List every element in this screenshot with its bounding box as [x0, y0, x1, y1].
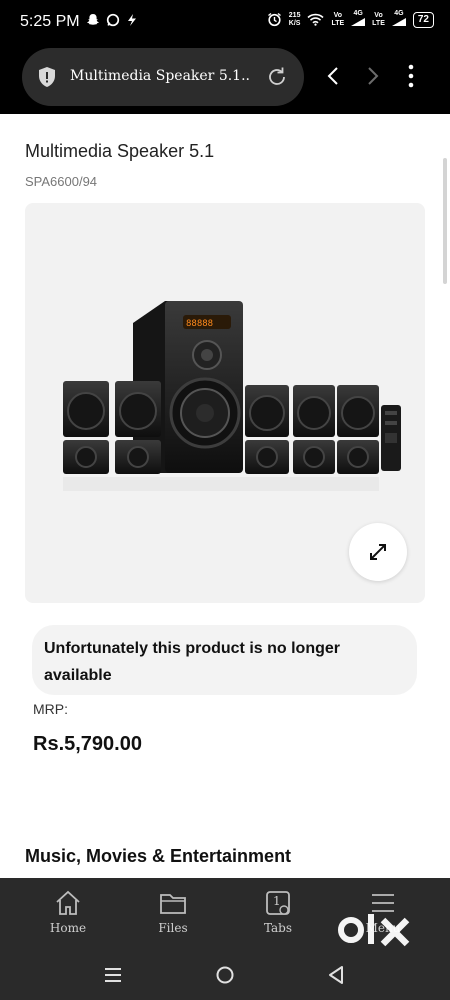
home-icon: [56, 890, 80, 915]
scrollbar[interactable]: [443, 158, 447, 284]
recents-icon[interactable]: [104, 966, 122, 984]
svg-text:88888: 88888: [186, 319, 213, 329]
status-time: 5:25 PM: [20, 13, 80, 30]
messenger-icon: [128, 14, 136, 26]
toolbar-files-label: Files: [158, 921, 188, 935]
home-nav-icon[interactable]: [215, 965, 235, 985]
product-price: Rs.5,790.00: [33, 733, 142, 755]
net-speed-value: 215: [288, 11, 301, 19]
unavailable-message: Unfortunately this product is no longer …: [44, 640, 340, 684]
toolbar-tabs[interactable]: 1 Tabs: [238, 890, 318, 935]
url-title[interactable]: Multimedia Speaker 5.1...: [70, 68, 250, 84]
sim2-lte: LTE: [372, 19, 385, 27]
shield-icon[interactable]: [37, 66, 57, 88]
product-title: Multimedia Speaker 5.1: [25, 141, 215, 161]
browser-address-bar: Multimedia Speaker 5.1...: [0, 44, 450, 114]
expand-image-button[interactable]: [349, 523, 407, 581]
expand-icon: [370, 544, 386, 560]
url-field[interactable]: Multimedia Speaker 5.1...: [22, 48, 304, 106]
sim1-volte: Vo: [333, 11, 343, 19]
sim1-tag: Vo LTE: [331, 12, 344, 28]
snapchat-icon: [87, 14, 99, 25]
toolbar-home-label: Home: [49, 921, 87, 935]
forward-icon[interactable]: [366, 66, 380, 86]
section-heading: Music, Movies & Entertainment: [25, 846, 292, 866]
sim2-tag: Vo LTE: [372, 12, 385, 28]
sim1-lte: LTE: [331, 19, 345, 27]
tabs-count: 1: [273, 894, 281, 908]
folder-icon: [160, 894, 186, 914]
sim1-signal: 4G: [351, 10, 366, 29]
net-speed-unit: K/S: [288, 19, 301, 27]
signal-icon: [351, 18, 366, 26]
page-content: Multimedia Speaker 5.1 SPA6600/94 88888: [0, 114, 450, 878]
back-icon[interactable]: [326, 66, 340, 86]
whatsapp-icon: [106, 13, 120, 27]
sim2-gen: 4G: [394, 10, 404, 17]
android-navigation-bar: [0, 950, 450, 1000]
net-speed: 215 K/S: [289, 12, 301, 28]
wifi-icon: [307, 13, 325, 26]
sim2-volte: Vo: [374, 11, 383, 19]
status-bar: 5:25 PM 215 K/S Vo LTE 4G Vo LTE 4G 72: [0, 0, 450, 44]
battery-indicator: 72: [412, 11, 434, 28]
reload-icon[interactable]: [266, 66, 288, 88]
tabs-icon: 1: [264, 890, 292, 916]
browser-toolbar: Home Files 1 Tabs Menu: [0, 878, 450, 950]
back-nav-icon[interactable]: [327, 965, 345, 985]
product-image: 88888: [63, 301, 401, 491]
alarm-icon: [267, 12, 281, 27]
signal-icon-2: [391, 18, 406, 26]
product-sku: SPA6600/94: [25, 174, 98, 189]
notification-icons: [86, 13, 138, 27]
sim2-signal: 4G: [391, 10, 406, 29]
sim1-gen: 4G: [353, 10, 363, 17]
product-image-card[interactable]: 88888: [25, 203, 425, 603]
olx-watermark-logo: [338, 914, 410, 947]
toolbar-tabs-label: Tabs: [263, 921, 293, 935]
toolbar-files[interactable]: Files: [133, 890, 213, 935]
unavailable-banner: Unfortunately this product is no longer …: [32, 625, 417, 695]
toolbar-home[interactable]: Home: [28, 890, 108, 935]
status-right: 215 K/S Vo LTE 4G Vo LTE 4G 72: [267, 10, 434, 29]
mrp-label: MRP:: [33, 701, 68, 717]
more-icon[interactable]: [408, 64, 414, 88]
